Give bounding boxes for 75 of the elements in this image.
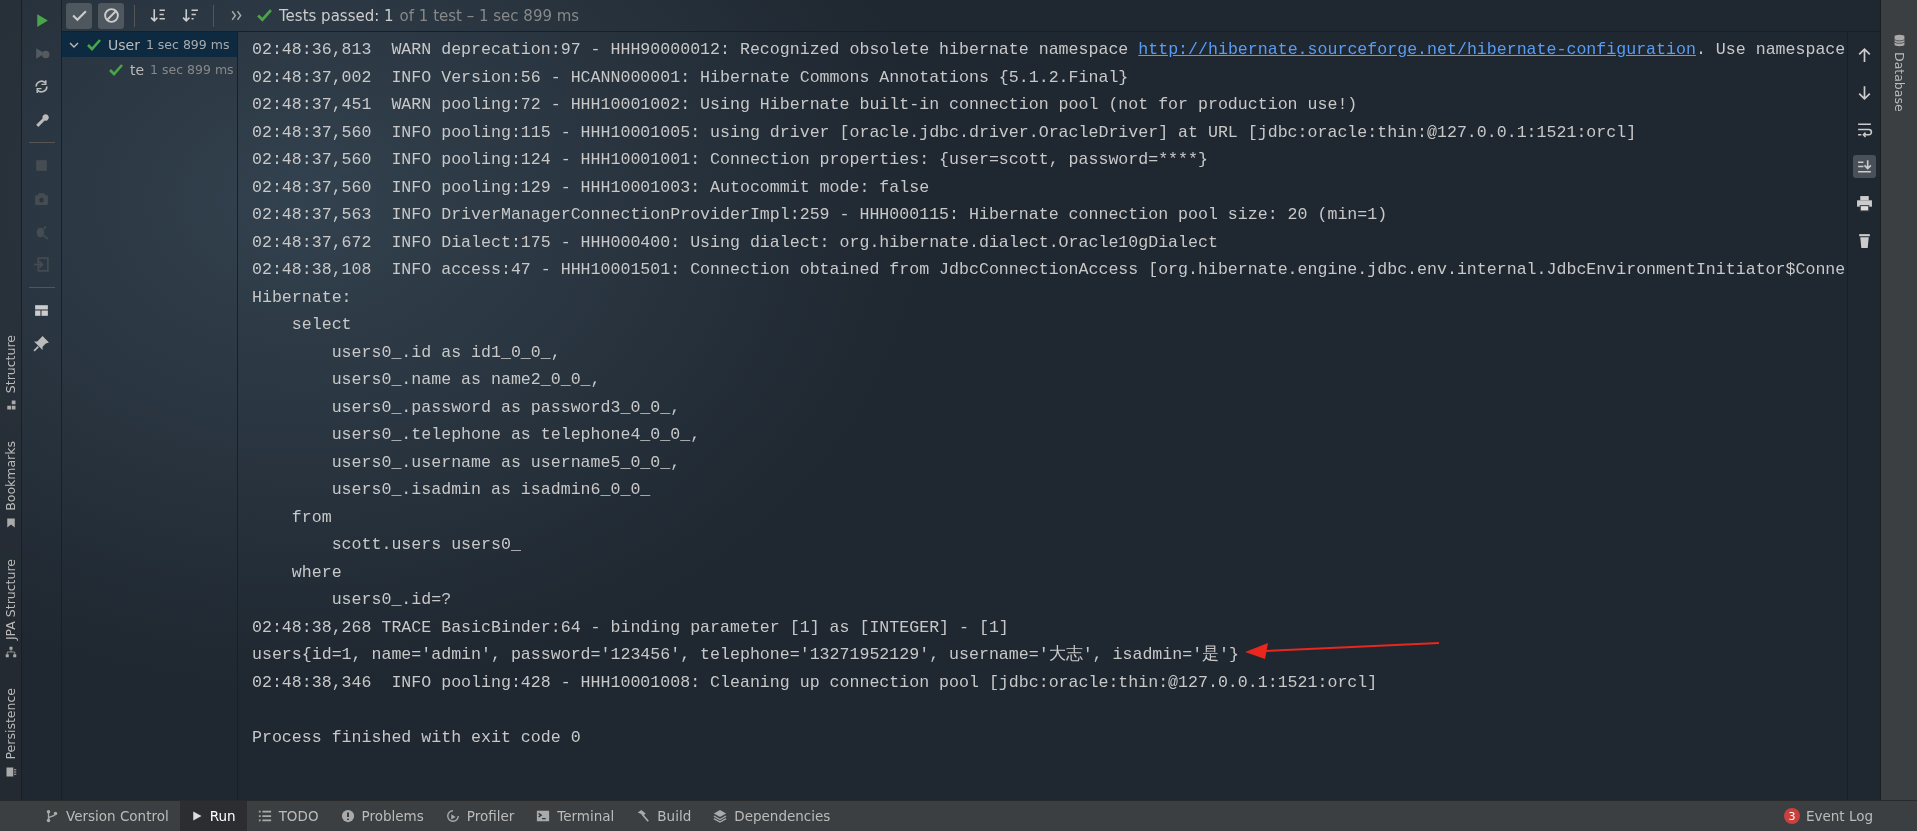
console-tool-button[interactable] [1852,155,1876,178]
console-line: 02:48:37,002 INFO Version:56 - HCANN000001: Hibernate Commons Annotations {5.1.2.Final} [252,66,1129,89]
console-line: users0_.isadmin as isadmin6_0_0_ [330,479,652,501]
ignore-icon [102,7,120,24]
tool-window-tab[interactable]: Run [179,800,247,831]
layout-icon[interactable] [33,302,50,319]
reload-icon[interactable] [33,78,50,95]
tool-window-tab[interactable]: Dependencies [702,800,842,831]
check-icon [256,7,273,24]
console-line: users0_.name as name2_0_0_, [330,369,601,391]
console-line: users0_.telephone as telephone4_0_0_, [330,424,701,446]
console-line: Process finished with exit code 0 [252,726,581,749]
test-name: te [130,61,145,78]
test-summary: of 1 test – 1 sec 899 ms [399,6,580,25]
tool-window-tab[interactable]: Terminal [525,800,626,831]
console-line: users0_.username as username5_0_0_, [330,451,681,474]
problems-icon [340,809,355,823]
notification-badge: 3 [1783,808,1800,824]
console-link[interactable]: http://hibernate.sourceforge.net/hibernate-configuration [1138,40,1696,59]
console-line: 02:48:36,813 WARN deprecation:97 - HHH90000012: Recognized obsolete hibernate namespace http://hibernate.sourceforge.net/hibernate-configuration. Use namespace [252,39,1846,61]
tests-passed-label: Tests passed: 1 [279,6,394,25]
pin-icon[interactable] [33,335,50,352]
tool-window-tab[interactable]: Profiler [434,800,526,831]
console-line: 02:48:38,268 TRACE BasicBinder:64 - binding parameter [1] as [INTEGER] - [1] [252,616,1009,639]
printer-icon [1855,195,1873,212]
console-line: 02:48:37,563 INFO DriverManagerConnectionProviderImpl:259 - HHH000115: Hibernate connection pool size: 20 (min=1) [252,204,1388,226]
scroll-to-end-icon [1855,158,1873,175]
tool-window-tab[interactable]: JPA Structure [3,559,18,641]
list-icon [257,809,272,823]
event-log-button[interactable]: Event Log [1805,808,1873,824]
toolbar-button[interactable] [66,2,92,29]
console-line: 02:48:38,108 INFO access:47 - HHH10001501: Connection obtained from JdbcConnectionAccess [org.hibernate.engine.jdbc.env.internal.JdbcEnvironmentInitiator$Conne [252,259,1846,281]
console-line: users0_.id=? [330,589,452,611]
tool-window-tab[interactable]: Bookmarks [3,441,18,511]
console-line: 02:48:37,560 INFO pooling:129 - HHH10001003: Autocommit mode: false [252,176,930,199]
sort-alpha-icon [149,7,167,24]
toolbar-button[interactable] [98,2,124,29]
structure-icon [4,399,17,412]
bookmark-icon [4,517,17,529]
console-line: 02:48:37,560 INFO pooling:124 - HHH10001001: Connection properties: {user=scott, password=****} [252,149,1208,171]
test-tree-item[interactable]: te 1 sec 899 ms [62,57,237,82]
console-line: 02:48:37,672 INFO Dialect:175 - HHH000400: Using dialect: org.hibernate.dialect.Oracle10gDialect [252,231,1218,254]
console-line: users0_.id as id1_0_0_, [330,341,561,364]
soft-wrap-icon [1855,121,1873,138]
terminal-icon [536,809,551,823]
test-duration: 1 sec 899 ms [150,62,234,77]
tool-window-tab[interactable]: Version Control [34,800,180,831]
console-line: users0_.password as password3_0_0_, [330,396,681,419]
hammer-icon [636,809,651,823]
layers-icon [713,809,728,823]
play-icon [190,810,203,822]
hierarchy-icon [4,646,17,659]
console-line: users{id=1, name='admin', password='123456', telephone='13271952129', username='大志', isadmin='是'} [252,644,1240,666]
console-line: select [290,314,352,336]
database-icon [1892,34,1906,47]
tool-window-tab[interactable]: Database [1891,52,1907,112]
test-duration: 1 sec 899 ms [145,37,230,52]
console-line: Hibernate: [252,286,353,309]
tool-window-tab[interactable]: Build [625,800,703,831]
test-name: User [108,36,140,53]
tool-window-tab[interactable]: Problems [329,800,435,831]
console-line: 02:48:37,451 WARN pooling:72 - HHH10001002: Using Hibernate built-in connection pool (not for production use!) [252,94,1358,116]
tool-window-tab[interactable]: TODO [246,800,330,831]
test-tree-item[interactable]: User 1 sec 899 ms [62,32,237,57]
console-line: scott.users users0_ [330,534,522,556]
console-line: where [290,561,342,584]
tool-window-tab[interactable]: Structure [3,335,18,394]
tool-window-tab[interactable]: Persistence [3,688,18,760]
branch-icon [45,809,59,823]
persistence-icon [4,765,17,778]
sort-icon [181,7,199,24]
console-line: from [290,506,332,529]
console-line: 02:48:38,346 INFO pooling:428 - HHH10001008: Cleaning up connection pool [jdbc:oracle:thin:@127.0.0.1:1521:orcl] [252,671,1378,694]
console-line: 02:48:37,560 INFO pooling:115 - HHH10001005: using driver [oracle.jdbc.driver.OracleDriver] at URL [jdbc:oracle:thin:@127.0.0.1:1521:orcl] [252,121,1637,144]
profiler-icon [445,809,460,823]
